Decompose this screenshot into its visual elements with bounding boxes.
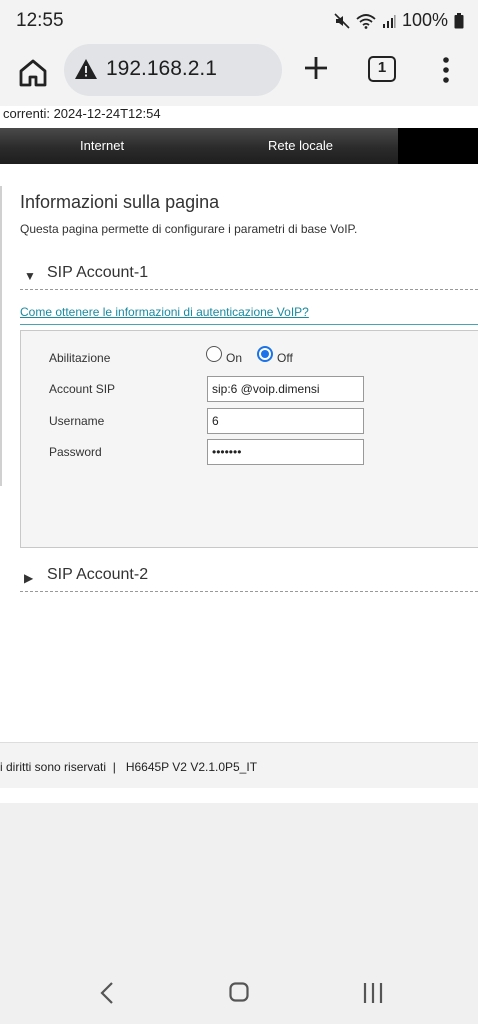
wifi-icon (356, 13, 376, 29)
page-title: Informazioni sulla pagina (20, 192, 220, 212)
account-sip-label: Account SIP (49, 382, 116, 396)
nav-edge (398, 128, 478, 164)
enable-label: Abilitazione (49, 351, 111, 365)
sip-account-1-title[interactable]: SIP Account-1 (47, 264, 148, 282)
username-input[interactable]: 6 (207, 408, 364, 434)
web-page: correnti: 2024-12-24T12:54 Internet Rete… (0, 106, 478, 806)
status-icons: 100% (334, 10, 464, 31)
radio-on-label[interactable]: On (226, 351, 242, 365)
expanded-arrow-icon: ▼ (24, 269, 36, 283)
nav-rete-locale[interactable]: Rete locale (268, 138, 333, 153)
page-description: Questa pagina permette di configurare i … (20, 222, 358, 236)
url-text[interactable]: 192.168.2.1 (106, 57, 217, 81)
tab-switcher-icon[interactable]: 1 (368, 56, 396, 82)
mute-icon (334, 12, 350, 29)
browser-toolbar: 192.168.2.1 1 (0, 42, 478, 106)
battery-icon (454, 12, 464, 28)
help-divider (20, 324, 478, 325)
signal-icon (382, 14, 396, 28)
password-input[interactable]: ••••••• (207, 439, 364, 465)
page-footer: i diritti sono riservati | H6645P V2 V2.… (0, 742, 478, 788)
radio-on[interactable] (206, 346, 222, 362)
sip-account-2-title[interactable]: SIP Account-2 (47, 566, 148, 584)
warning-icon[interactable] (74, 58, 98, 80)
current-time: correnti: 2024-12-24T12:54 (3, 106, 161, 121)
recent-apps-icon[interactable] (362, 982, 384, 1004)
status-time: 12:55 (16, 10, 64, 31)
top-nav: Internet Rete locale (0, 128, 478, 164)
page-bottom-area (0, 803, 478, 960)
collapsed-arrow-icon: ▶ (24, 571, 34, 585)
sip-account-1-header[interactable]: ▼ SIP Account-1 (20, 264, 478, 290)
back-icon[interactable] (98, 980, 116, 1006)
system-nav-bar (0, 960, 478, 1024)
radio-off-label[interactable]: Off (277, 351, 293, 365)
plus-icon[interactable] (302, 54, 330, 82)
home-icon[interactable] (16, 56, 50, 90)
account-sip-input[interactable]: sip:6 @voip.dimensi (207, 376, 364, 402)
more-vert-icon[interactable] (436, 55, 456, 85)
battery-text: 100% (401, 10, 448, 30)
home-nav-icon[interactable] (229, 982, 249, 1002)
nav-internet[interactable]: Internet (80, 138, 124, 153)
voip-auth-help-link[interactable]: Come ottenere le informazioni di autenti… (20, 305, 309, 319)
sip-account-1-form: Abilitazione On Off Account SIP sip:6 @v… (20, 330, 478, 548)
address-bar[interactable]: 192.168.2.1 (64, 44, 282, 96)
left-divider (0, 186, 2, 486)
radio-off[interactable] (257, 346, 273, 362)
footer-text: i diritti sono riservati | H6645P V2 V2.… (0, 760, 258, 774)
sip-account-2-header[interactable]: ▶ SIP Account-2 (20, 566, 478, 592)
username-label: Username (49, 414, 105, 428)
status-bar: 12:55 100% (0, 0, 478, 42)
password-label: Password (49, 445, 102, 459)
